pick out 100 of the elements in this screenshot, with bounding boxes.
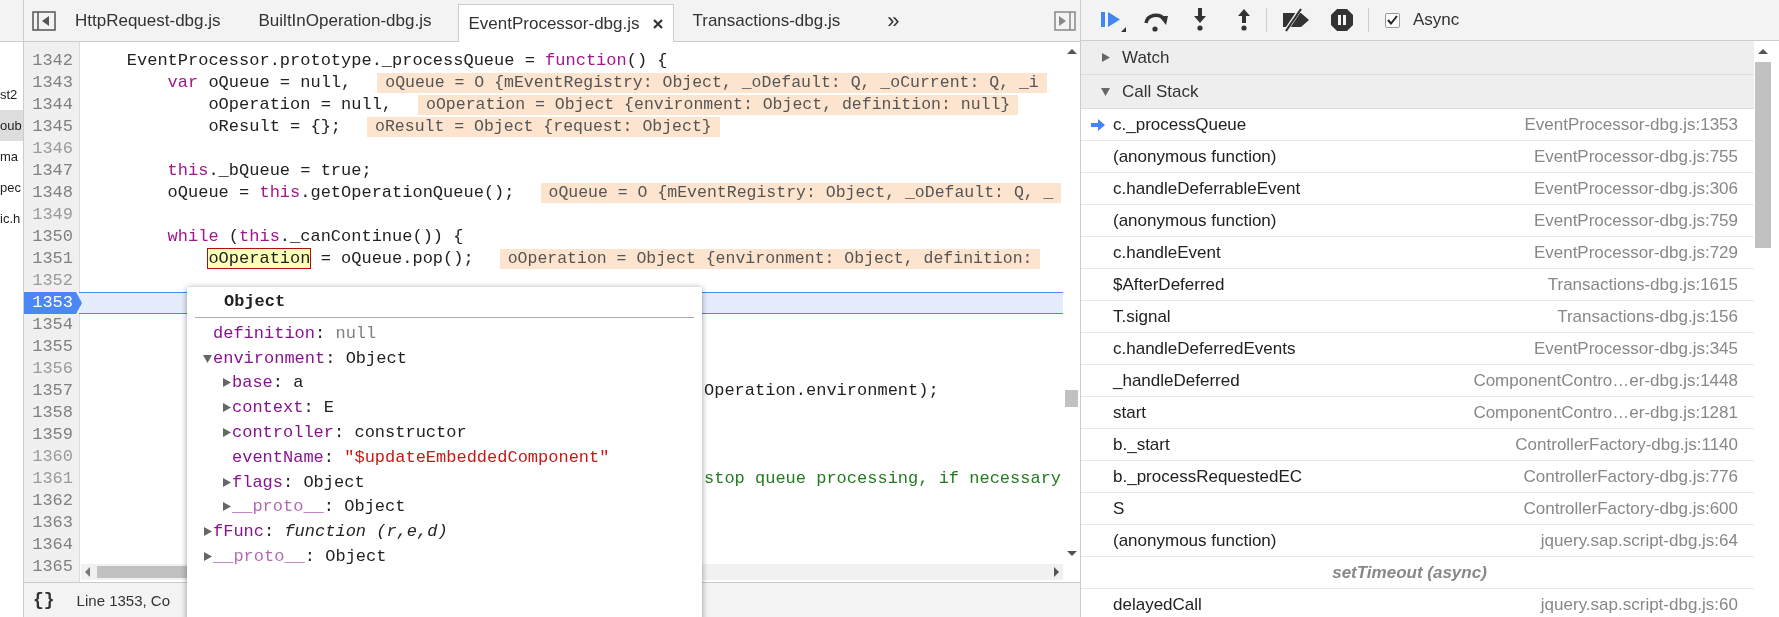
line-number[interactable]: 1354 (24, 314, 79, 336)
call-frame[interactable]: c.handleDeferrableEvent EventProcessor-dbg.js:306 (1081, 173, 1754, 205)
disclosure-triangle-icon[interactable] (221, 377, 232, 389)
source-location[interactable]: jquery.sap.script-dbg.js:60 (1540, 594, 1738, 615)
object-property: __proto__: Object (232, 497, 406, 517)
line-number[interactable]: 1353 (24, 292, 82, 314)
inline-value: oOperation = Object {environment: Object, definition: (499, 249, 1041, 269)
line-number[interactable]: 1364 (24, 534, 79, 556)
step-out-icon[interactable] (1236, 7, 1252, 33)
call-frame[interactable]: start ComponentContro…er-dbg.js:1281 (1081, 397, 1754, 429)
line-number[interactable]: 1357 (24, 380, 79, 402)
file-item[interactable]: ic.h (0, 203, 23, 234)
code-text: while (this._canContinue()) { (166, 226, 464, 248)
disclosure-triangle-icon[interactable] (202, 352, 213, 364)
line-number[interactable]: 1355 (24, 336, 79, 358)
source-location[interactable]: EventProcessor-dbg.js:345 (1533, 338, 1738, 359)
call-frame[interactable]: b._processRequestedEC ControllerFactory-dbg.js:776 (1081, 461, 1754, 493)
source-location[interactable]: EventProcessor-dbg.js:1353 (1524, 114, 1738, 135)
inline-value: oOperation = Object {environment: Object, definition: null} (418, 95, 1019, 115)
line-number[interactable]: 1360 (24, 446, 79, 468)
line-number[interactable]: 1362 (24, 490, 79, 512)
code-text: oOperation = null, (207, 94, 393, 116)
disclosure-triangle-icon[interactable] (221, 402, 232, 414)
disclosure-triangle-icon[interactable] (1100, 86, 1111, 97)
debugger-toggle-icon[interactable] (1054, 10, 1076, 31)
pause-octagon-icon[interactable] (1330, 8, 1354, 32)
function-name: start (1113, 402, 1147, 423)
call-frame[interactable]: S ControllerFactory-dbg.js:600 (1081, 493, 1754, 525)
navigator-toggle-icon[interactable] (32, 10, 56, 31)
line-number[interactable]: 1361 (24, 468, 79, 490)
file-tab[interactable]: HttpRequest-dbg.js (56, 0, 240, 41)
call-frame[interactable]: _handleDeferred ComponentContro…er-dbg.js:1448 (1081, 365, 1754, 397)
call-frame[interactable]: c.handleEvent EventProcessor-dbg.js:729 (1081, 237, 1754, 269)
file-item[interactable]: ma (0, 141, 23, 172)
source-location[interactable]: ControllerFactory-dbg.js:600 (1523, 498, 1738, 519)
disclosure-triangle-icon[interactable] (1100, 52, 1111, 63)
call-frame[interactable]: $AfterDeferred Transactions-dbg.js:1615 (1081, 269, 1754, 301)
code-text: oQueue = this.getOperationQueue(); (166, 182, 515, 204)
pretty-print-button[interactable]: {} (33, 590, 55, 610)
line-number[interactable]: 1347 (24, 160, 79, 182)
code-comment: stop queue processing, if necessary (704, 468, 1062, 490)
cursor-position: Line 1353, Co (76, 591, 170, 609)
close-icon[interactable] (651, 17, 664, 30)
disclosure-triangle-icon[interactable] (202, 551, 213, 563)
source-location[interactable]: EventProcessor-dbg.js:306 (1533, 178, 1738, 199)
line-number[interactable]: 1359 (24, 424, 79, 446)
file-tab[interactable]: EventProcessor-dbg.js (458, 4, 674, 42)
section-title: Call Stack (1122, 81, 1199, 102)
source-location[interactable]: EventProcessor-dbg.js:729 (1533, 242, 1738, 263)
line-number[interactable]: 1352 (24, 270, 79, 292)
source-location[interactable]: EventProcessor-dbg.js:759 (1533, 210, 1738, 231)
object-property: fFunc: function (r,e,d) (213, 522, 448, 542)
more-tabs-button[interactable]: » (883, 9, 904, 32)
function-name: b._processRequestedEC (1113, 466, 1302, 487)
file-item[interactable]: oub (0, 110, 23, 141)
line-number[interactable]: 1358 (24, 402, 79, 424)
step-into-icon[interactable] (1192, 7, 1208, 33)
disclosure-triangle-icon[interactable] (221, 476, 232, 488)
object-property: environment: Object (213, 348, 407, 368)
line-number[interactable]: 1342 (24, 50, 79, 72)
call-frame[interactable]: (anonymous function) EventProcessor-dbg.js:759 (1081, 205, 1754, 237)
checkbox-label[interactable]: Async (1413, 10, 1460, 30)
call-frame[interactable]: b._start ControllerFactory-dbg.js:1140 (1081, 429, 1754, 461)
object-property: base: a (232, 373, 304, 393)
line-number[interactable]: 1350 (24, 226, 79, 248)
source-location[interactable]: ComponentContro…er-dbg.js:1281 (1473, 402, 1738, 423)
file-tab[interactable]: Transactions-dbg.js (673, 0, 860, 41)
disclosure-triangle-icon[interactable] (202, 526, 213, 538)
source-location[interactable]: Transactions-dbg.js:1615 (1547, 274, 1738, 295)
line-number[interactable]: 1363 (24, 512, 79, 534)
call-frame[interactable]: c.handleDeferredEvents EventProcessor-dbg.js:345 (1081, 333, 1754, 365)
deactivate-breakpoints-icon[interactable] (1281, 8, 1311, 32)
line-number[interactable]: 1348 (24, 182, 79, 204)
line-number[interactable]: 1365 (24, 556, 79, 578)
source-location[interactable]: ControllerFactory-dbg.js:776 (1523, 466, 1738, 487)
source-location[interactable]: ControllerFactory-dbg.js:1140 (1515, 434, 1738, 455)
call-frame[interactable]: c._processQueue EventProcessor-dbg.js:1353 (1081, 109, 1754, 141)
source-location[interactable]: jquery.sap.script-dbg.js:64 (1540, 530, 1738, 551)
file-item[interactable]: pec (0, 172, 23, 203)
line-number[interactable]: 1344 (24, 94, 79, 116)
line-number[interactable]: 1345 (24, 116, 79, 138)
call-frame[interactable]: (anonymous function) jquery.sap.script-dbg.js:64 (1081, 525, 1754, 557)
section-header[interactable]: Watch (1081, 41, 1754, 75)
line-number[interactable]: 1346 (24, 138, 79, 160)
disclosure-triangle-icon[interactable] (221, 501, 232, 513)
line-number[interactable]: 1343 (24, 72, 79, 94)
checkbox[interactable] (1385, 12, 1400, 28)
source-location[interactable]: EventProcessor-dbg.js:755 (1533, 146, 1738, 167)
file-tab[interactable]: BuiltInOperation-dbg.js (239, 0, 451, 41)
call-frame[interactable]: T.signal Transactions-dbg.js:156 (1081, 301, 1754, 333)
line-number[interactable]: 1349 (24, 204, 79, 226)
call-frame[interactable]: (anonymous function) EventProcessor-dbg.js:755 (1081, 141, 1754, 173)
source-location[interactable]: ComponentContro…er-dbg.js:1448 (1473, 370, 1738, 391)
file-item[interactable]: st2 (0, 79, 23, 110)
source-location[interactable]: Transactions-dbg.js:156 (1557, 306, 1738, 327)
line-number[interactable]: 1356 (24, 358, 79, 380)
code-text: var oQueue = null, (166, 72, 352, 94)
section-header[interactable]: Call Stack (1081, 75, 1754, 109)
disclosure-triangle-icon[interactable] (221, 427, 232, 439)
line-number[interactable]: 1351 (24, 248, 79, 270)
